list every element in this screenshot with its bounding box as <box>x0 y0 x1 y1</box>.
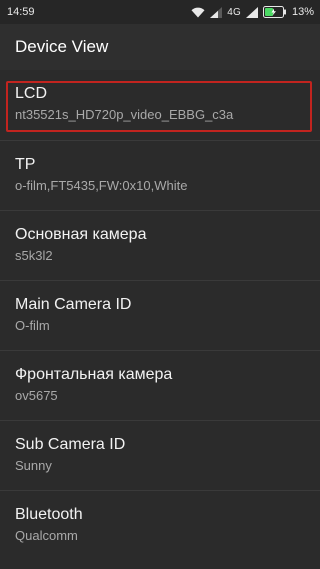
list-item-tp[interactable]: TP o-film,FT5435,FW:0x10,White <box>0 140 320 210</box>
signal-icon <box>210 6 223 18</box>
page-title: Device View <box>15 37 109 56</box>
list-item-value: o-film,FT5435,FW:0x10,White <box>15 178 188 193</box>
status-icons: 4G 13% <box>191 6 314 18</box>
status-time: 14:59 <box>7 6 35 18</box>
list-item-value: nt35521s_HD720p_video_EBBG_c3a <box>15 107 234 122</box>
list-item-value: Sunny <box>15 458 52 473</box>
list-item-value: O-film <box>15 318 50 333</box>
list-item-front-camera[interactable]: Фронтальная камера ov5675 <box>0 350 320 420</box>
list-item-title: Sub Camera ID <box>15 436 126 453</box>
list-item-value: ov5675 <box>15 388 58 403</box>
list-item-main-camera-id[interactable]: Main Camera ID O-film <box>0 280 320 350</box>
list-item-title: Фронтальная камера <box>15 366 173 383</box>
list-item-main-camera[interactable]: Основная камера s5k3l2 <box>0 210 320 280</box>
list-item-title: TP <box>15 156 36 173</box>
device-info-list: LCD nt35521s_HD720p_video_EBBG_c3a TP o-… <box>0 70 320 560</box>
list-item-bluetooth[interactable]: Bluetooth Qualcomm <box>0 490 320 560</box>
status-bar: 14:59 4G 13% <box>0 0 320 24</box>
battery-charging-icon <box>262 6 287 18</box>
list-item-title: Bluetooth <box>15 506 83 523</box>
signal-icon-2 <box>245 6 258 18</box>
list-item-title: LCD <box>15 85 48 102</box>
network-type-label: 4G <box>227 6 241 18</box>
app-bar: Device View <box>0 24 320 70</box>
battery-percent: 13% <box>291 6 314 18</box>
list-item-title: Main Camera ID <box>15 296 132 313</box>
wifi-icon <box>191 7 205 18</box>
list-item-value: s5k3l2 <box>15 248 53 263</box>
list-item-value: Qualcomm <box>15 528 78 543</box>
list-item-title: Основная камера <box>15 226 147 243</box>
list-item-sub-camera-id[interactable]: Sub Camera ID Sunny <box>0 420 320 490</box>
list-item-lcd[interactable]: LCD nt35521s_HD720p_video_EBBG_c3a <box>0 70 320 140</box>
